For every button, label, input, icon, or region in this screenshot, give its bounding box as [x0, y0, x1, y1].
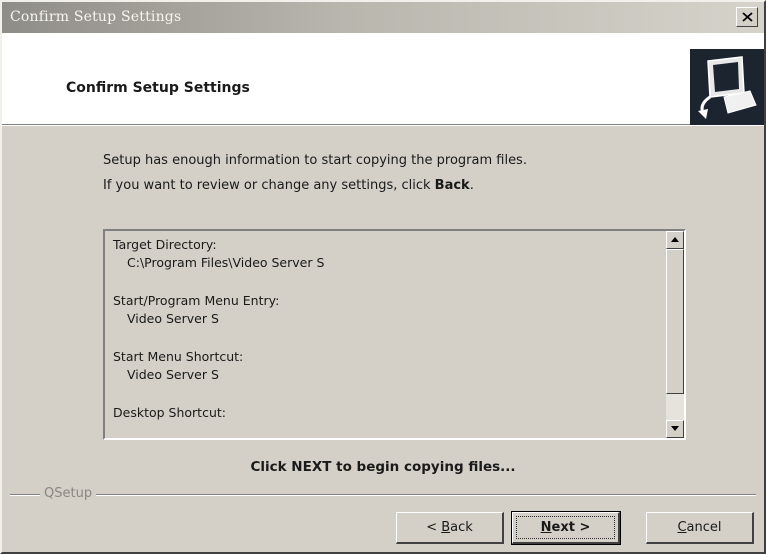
header-panel: Confirm Setup Settings: [2, 33, 764, 126]
cancel-button-label: Cancel: [677, 520, 722, 535]
back-button[interactable]: < Back: [396, 512, 504, 544]
setting-label: Start Menu Shortcut:: [113, 349, 244, 364]
footer-divider: [10, 494, 756, 496]
page-title: Confirm Setup Settings: [66, 80, 250, 96]
arrow-up-icon: [671, 237, 679, 242]
window-title: Confirm Setup Settings: [10, 9, 182, 25]
setting-label: Target Directory:: [113, 237, 217, 252]
close-icon: [742, 12, 753, 22]
vertical-scrollbar[interactable]: [666, 231, 684, 438]
intro-suffix: .: [469, 178, 474, 193]
next-button[interactable]: Next >: [511, 511, 621, 545]
continue-prompt: Click NEXT to begin copying files...: [250, 459, 516, 475]
back-button-label: < Back: [426, 520, 473, 535]
setup-dialog: Confirm Setup Settings Confirm Setup Set…: [0, 0, 766, 554]
scroll-down-button[interactable]: [666, 420, 684, 438]
settings-summary-box[interactable]: Target Directory: C:\Program Files\Video…: [103, 229, 686, 440]
setting-value: Video Server S: [127, 367, 219, 382]
intro-prefix: If you want to review or change any sett…: [103, 178, 435, 193]
focus-ring: [516, 516, 615, 539]
title-bar[interactable]: Confirm Setup Settings: [2, 2, 764, 33]
scroll-up-button[interactable]: [666, 231, 684, 249]
scroll-thumb[interactable]: [666, 249, 684, 394]
close-button[interactable]: [736, 7, 758, 27]
setting-label: Desktop Shortcut:: [113, 405, 226, 420]
setting-value: C:\Program Files\Video Server S: [127, 255, 325, 270]
setting-label: Start/Program Menu Entry:: [113, 293, 280, 308]
installer-brand-label: QSetup: [40, 486, 97, 501]
arrow-down-icon: [671, 426, 679, 431]
setting-value: Video Server S: [127, 311, 219, 326]
cancel-button[interactable]: Cancel: [646, 512, 754, 544]
setup-computer-icon: [690, 49, 764, 125]
intro-text-back-hint: If you want to review or change any sett…: [103, 178, 474, 193]
intro-back-word: Back: [434, 178, 470, 193]
intro-text: Setup has enough information to start co…: [103, 153, 527, 168]
settings-list: Target Directory: C:\Program Files\Video…: [113, 236, 662, 442]
